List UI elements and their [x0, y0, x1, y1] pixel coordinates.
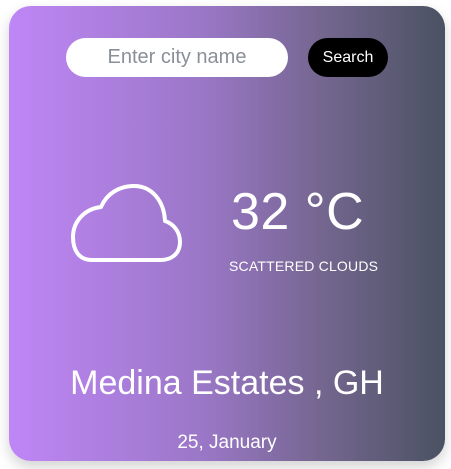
temperature-value: 32 °C: [231, 183, 365, 241]
location-name: Medina Estates , GH: [70, 364, 384, 402]
search-button[interactable]: Search: [308, 38, 388, 77]
city-search-input[interactable]: [66, 38, 288, 77]
date-label: 25, January: [177, 432, 277, 453]
weather-card: Search 32 °C SCATTERED CLOUDS Medina Est…: [9, 6, 445, 461]
cloud-icon: [71, 184, 182, 262]
weather-description: SCATTERED CLOUDS: [229, 258, 379, 274]
